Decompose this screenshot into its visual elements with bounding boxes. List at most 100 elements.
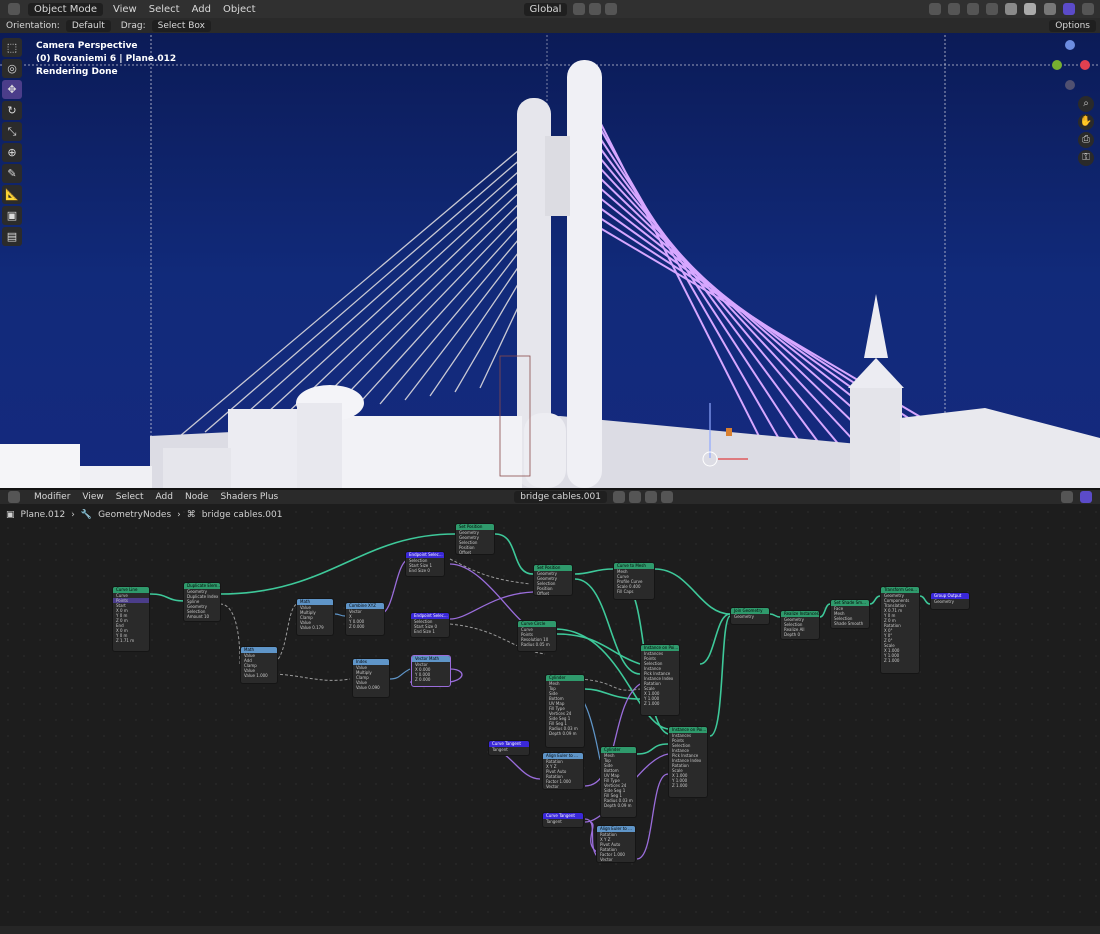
pan-hand-icon[interactable]: ✋ <box>1078 114 1094 130</box>
add-object-icon[interactable]: ▤ <box>2 227 22 246</box>
node-align-euler-2[interactable]: Align Euler to ... Rotation X Y Z Pivot Au… <box>596 825 636 863</box>
breadcrumb-tree[interactable]: bridge cables.001 <box>202 510 283 520</box>
node-menu-select[interactable]: Select <box>110 492 150 502</box>
unlink-icon[interactable] <box>644 491 657 503</box>
node-set-position-top[interactable]: Set Position Geometry Geometry Selection Po… <box>455 523 495 555</box>
viewport-camera-label: Camera Perspective <box>36 41 138 51</box>
select-box-icon[interactable]: ⬚ <box>2 38 22 57</box>
editor-type-button[interactable] <box>0 3 28 15</box>
node-menu-shaders-plus[interactable]: Shaders Plus <box>214 492 284 502</box>
node-set-position-2[interactable]: Set Position Geometry Geometry Selection Po… <box>533 564 573 596</box>
overlay-toggle-icon[interactable] <box>966 3 979 15</box>
node-cylinder-1[interactable]: Cylinder Mesh Top Side Bottom UV Map Fill Typ… <box>545 674 585 748</box>
node-instance-on-points-1[interactable]: Instance on Poi... Instances Points Select… <box>640 644 680 716</box>
node-endpoint-selection-2[interactable]: Endpoint Selec... Selection Start Size 0E… <box>410 612 450 638</box>
menu-object[interactable]: Object <box>217 4 262 15</box>
church-roof-top <box>848 358 904 388</box>
menu-add[interactable]: Add <box>186 4 217 15</box>
node-curve-tangent-2[interactable]: Curve Tangent Tangent <box>542 812 584 828</box>
node-join-geometry[interactable]: Join Geometry Geometry <box>730 607 770 625</box>
node-curve-tangent-1[interactable]: Curve Tangent Tangent <box>488 740 530 756</box>
node-instance-on-points-2[interactable]: Instance on Poi... Instances Points Select… <box>668 726 708 798</box>
right-cables-selected <box>597 117 991 459</box>
node-snap-icon[interactable] <box>1080 491 1092 503</box>
node-realize-instances[interactable]: Realize Instances Geometry Selection Reali… <box>780 610 820 640</box>
fake-user-icon[interactable] <box>612 491 625 503</box>
node-tree-selector[interactable]: bridge cables.001 <box>514 491 607 503</box>
node-cylinder-2[interactable]: Cylinder Mesh Top Side Bottom UV Map Fill Typ… <box>600 746 637 818</box>
xray-icon[interactable] <box>986 3 999 15</box>
measure-icon[interactable]: 📐 <box>2 185 22 204</box>
pin-icon[interactable] <box>660 491 673 503</box>
shading-rendered-icon[interactable] <box>1062 3 1075 15</box>
transform-orientation-dropdown[interactable]: Global <box>523 2 568 16</box>
gizmo-z-axis[interactable] <box>1065 40 1075 50</box>
wrench-icon: 🔧 <box>80 510 93 520</box>
gizmo-x-axis[interactable] <box>1080 60 1090 70</box>
node-menu-add[interactable]: Add <box>150 492 179 502</box>
add-cube-icon[interactable]: ▣ <box>2 206 22 225</box>
node-menu-view[interactable]: View <box>76 492 109 502</box>
mode-dropdown[interactable]: Object Mode <box>28 2 103 16</box>
scale-icon[interactable]: ⤡ <box>2 122 22 141</box>
church-roof <box>900 408 1100 488</box>
lock-icon[interactable]: ⚿ <box>1078 150 1094 166</box>
menu-select[interactable]: Select <box>143 4 186 15</box>
node-editor-type-icon[interactable] <box>0 491 28 503</box>
chevron-right-icon: › <box>177 510 181 520</box>
viewport-status-label: Rendering Done <box>36 67 118 77</box>
node-transform-geometry[interactable]: Transform Geo... Geometry Components Trans… <box>880 586 920 674</box>
pivot-icon[interactable] <box>573 3 586 15</box>
node-math-1[interactable]: Math Value Add Clamp Value Value 1.000 <box>240 646 278 684</box>
breadcrumb-object[interactable]: Plane.012 <box>21 510 66 520</box>
shading-solid-icon[interactable] <box>1024 3 1037 15</box>
tower-crossbeam <box>545 136 570 216</box>
node-curve-circle[interactable]: Curve Circle Curve Points Resolution 10 Rad… <box>517 620 557 652</box>
node-overlay-icon[interactable] <box>1061 491 1074 503</box>
gizmo-toggle-icon[interactable] <box>947 3 960 15</box>
shading-material-icon[interactable] <box>1043 3 1056 15</box>
breadcrumb: ▣ Plane.012 › 🔧 GeometryNodes › ⌘ bridge… <box>6 510 282 520</box>
light-object[interactable] <box>726 428 732 436</box>
viewport-header: Object Mode View Select Add Object Globa… <box>0 0 1100 18</box>
gizmo-neg-axis[interactable] <box>1065 80 1075 90</box>
node-combine-xyz[interactable]: Combine XYZ Vector X Y 0.000 Z 0.000 <box>345 602 385 636</box>
building-cylinder <box>297 403 342 488</box>
node-editor-canvas[interactable]: Curve Line Curve Points Start X 0 mY 0 mZ 0… <box>0 504 1100 924</box>
cursor-icon[interactable]: ◎ <box>2 59 22 78</box>
object-icon: ▣ <box>6 510 15 520</box>
transform-icon[interactable]: ⊕ <box>2 143 22 162</box>
node-align-euler-1[interactable]: Align Euler to ... Rotation X Y Z Pivot Au… <box>542 752 584 790</box>
node-endpoint-selection-1[interactable]: Endpoint Selec... Selection Start Size 1E… <box>405 551 445 577</box>
breadcrumb-modifier[interactable]: GeometryNodes <box>98 510 171 520</box>
snap-icon[interactable] <box>589 3 602 15</box>
node-curve-line[interactable]: Curve Line Curve Points Start X 0 mY 0 mZ 0… <box>112 586 150 652</box>
pause-icon[interactable] <box>1082 3 1094 15</box>
scene-render <box>0 35 1100 488</box>
gizmo-y-axis[interactable] <box>1052 60 1062 70</box>
church-spire <box>864 294 888 358</box>
node-duplicate-elements[interactable]: Duplicate Elem... Geometry Duplicate Inde… <box>183 582 221 622</box>
rotate-icon[interactable]: ↻ <box>2 101 22 120</box>
left-toolbar: ⬚ ◎ ✥ ↻ ⤡ ⊕ ✎ 📐 ▣ ▤ <box>2 38 24 248</box>
shading-wire-icon[interactable] <box>1005 3 1018 15</box>
node-math-2[interactable]: Math Value Multiply Clamp Value Value 0.179 <box>296 598 334 636</box>
move-icon[interactable]: ✥ <box>2 80 22 99</box>
node-menu-node[interactable]: Node <box>179 492 215 502</box>
proportional-edit-icon[interactable] <box>605 3 618 15</box>
node-set-shade-smooth[interactable]: Set Shade Sm... Face Mesh Selection Shade S… <box>830 599 870 629</box>
node-group-output[interactable]: Group Output Geometry <box>930 592 970 610</box>
annotate-icon[interactable]: ✎ <box>2 164 22 183</box>
node-index[interactable]: Index Value Multiply Clamp Value Value 0.090 <box>352 658 390 698</box>
duplicate-icon[interactable] <box>628 491 641 503</box>
camera-view-icon[interactable]: ⎙ <box>1078 132 1094 148</box>
status-bar <box>0 926 1100 934</box>
3d-viewport[interactable]: Orientation: Default Drag: Select Box Op… <box>0 18 1100 488</box>
menu-view[interactable]: View <box>107 4 143 15</box>
editor-context-dropdown[interactable]: Modifier <box>28 492 76 502</box>
node-curve-to-mesh[interactable]: Curve to Mesh Mesh Curve Profile Curve Scal… <box>613 562 655 600</box>
tower-right <box>567 60 602 488</box>
visibility-icon[interactable] <box>928 3 941 15</box>
zoom-icon[interactable]: ⌕ <box>1078 96 1094 112</box>
node-vector-math[interactable]: Vector Math Vector X 0.000 Y 0.000 Z 0.000 <box>411 655 451 687</box>
